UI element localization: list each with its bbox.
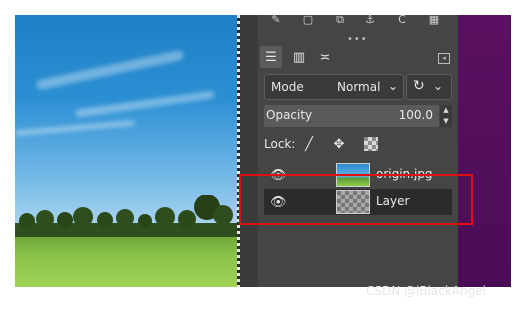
- edit-icon[interactable]: ✎: [268, 14, 284, 25]
- spin-up-icon[interactable]: ▲: [440, 105, 452, 116]
- tab-channels[interactable]: ▥: [288, 46, 310, 68]
- mode-select[interactable]: Mode Normal ⌄: [264, 74, 404, 100]
- mode-value: Normal: [337, 80, 381, 94]
- desktop-background: [458, 15, 511, 287]
- layer-toolbar: ✎ ▢ ⧉ ⚓ C ▦: [258, 14, 458, 29]
- tab-layers[interactable]: ☰: [260, 46, 282, 68]
- composite-mode-button[interactable]: ↻ ⌄: [406, 74, 452, 100]
- tree-line: [15, 195, 237, 243]
- spin-down-icon[interactable]: ▼: [440, 116, 452, 127]
- lock-position-icon[interactable]: ✥: [330, 135, 348, 153]
- dock-tabs: ☰ ▥ ≍ ◂: [258, 46, 458, 72]
- lock-row: Lock: ╱ ✥: [264, 134, 452, 156]
- opacity-field[interactable]: Opacity 100.0: [264, 105, 439, 127]
- reset-icon[interactable]: C: [394, 14, 410, 25]
- channels-icon: ▥: [292, 49, 306, 65]
- anchor-icon[interactable]: ⚓: [362, 14, 378, 25]
- reset-icon: ↻: [413, 78, 425, 94]
- layers-icon: ☰: [265, 49, 277, 65]
- delete-icon[interactable]: ▦: [426, 14, 442, 25]
- dock-separator[interactable]: [240, 15, 258, 287]
- opacity-row: Opacity 100.0 ▲ ▼: [264, 105, 452, 127]
- paths-icon: ≍: [319, 49, 331, 65]
- grass-area: [15, 237, 237, 287]
- duplicate-icon[interactable]: ⧉: [332, 14, 348, 25]
- tab-menu-icon[interactable]: ◂: [438, 53, 450, 64]
- mode-row: Mode Normal ⌄ ↻ ⌄: [264, 74, 452, 100]
- mode-label: Mode: [271, 80, 304, 94]
- image-canvas[interactable]: [15, 15, 237, 287]
- dock-grip[interactable]: •••: [347, 34, 368, 45]
- chevron-down-icon: ⌄: [433, 79, 444, 93]
- lock-alpha-icon[interactable]: [362, 135, 380, 153]
- layers-dock: ✎ ▢ ⧉ ⚓ C ▦ ••• ☰ ▥ ≍ ◂ Mode Normal ⌄ ↻ …: [258, 14, 458, 287]
- lock-label: Lock:: [264, 137, 296, 151]
- opacity-value: 100.0: [398, 108, 433, 122]
- watermark: CSDN @iBlackAngel: [366, 284, 486, 298]
- opacity-label: Opacity: [266, 108, 313, 122]
- opacity-spinner[interactable]: ▲ ▼: [440, 105, 452, 127]
- tab-paths[interactable]: ≍: [314, 46, 336, 68]
- new-layer-icon[interactable]: ▢: [300, 14, 316, 25]
- sky-area: [15, 15, 237, 225]
- highlight-box: [239, 174, 473, 225]
- chevron-down-icon: ⌄: [387, 79, 398, 93]
- lock-pixels-icon[interactable]: ╱: [300, 135, 318, 153]
